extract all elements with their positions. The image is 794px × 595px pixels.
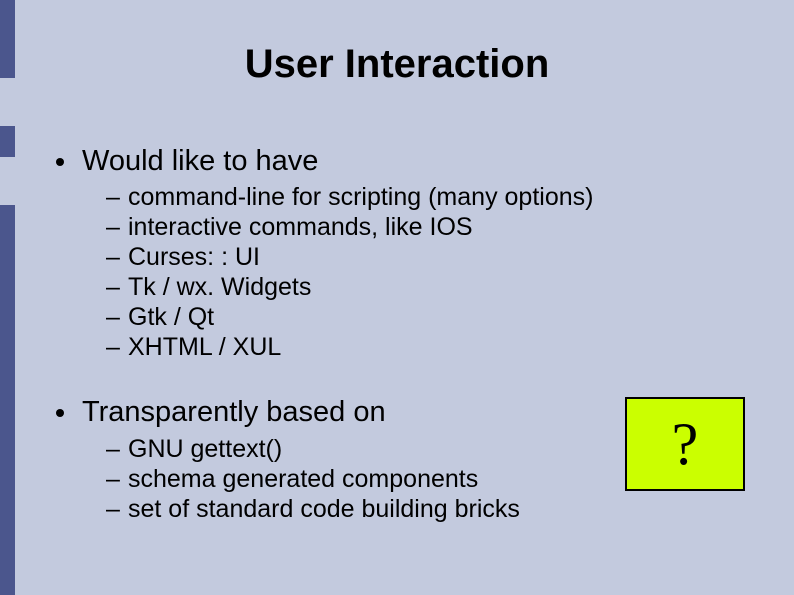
bullet-level2: set of standard code building bricks: [82, 494, 748, 524]
bullet-level2: Curses: : UI: [82, 242, 748, 272]
bullet-text: Transparently based on: [82, 396, 386, 428]
bullet-level2: Tk / wx. Widgets: [82, 272, 748, 302]
slide: User Interaction Would like to have comm…: [0, 0, 794, 595]
question-mark: ?: [672, 410, 699, 479]
left-rail: [0, 0, 15, 595]
rail-segment: [0, 205, 15, 595]
rail-segment: [0, 126, 15, 157]
bullet-level2: Gtk / Qt: [82, 302, 748, 332]
bullet-text: Would like to have: [82, 145, 318, 177]
bullet-level2: interactive commands, like IOS: [82, 212, 748, 242]
bullet-level1: Would like to have command-line for scri…: [48, 145, 748, 362]
bullet-level2: command-line for scripting (many options…: [82, 182, 748, 212]
spacer: [48, 368, 748, 396]
question-box: ?: [625, 397, 745, 491]
slide-title: User Interaction: [0, 42, 794, 87]
bullet-level2: XHTML / XUL: [82, 332, 748, 362]
